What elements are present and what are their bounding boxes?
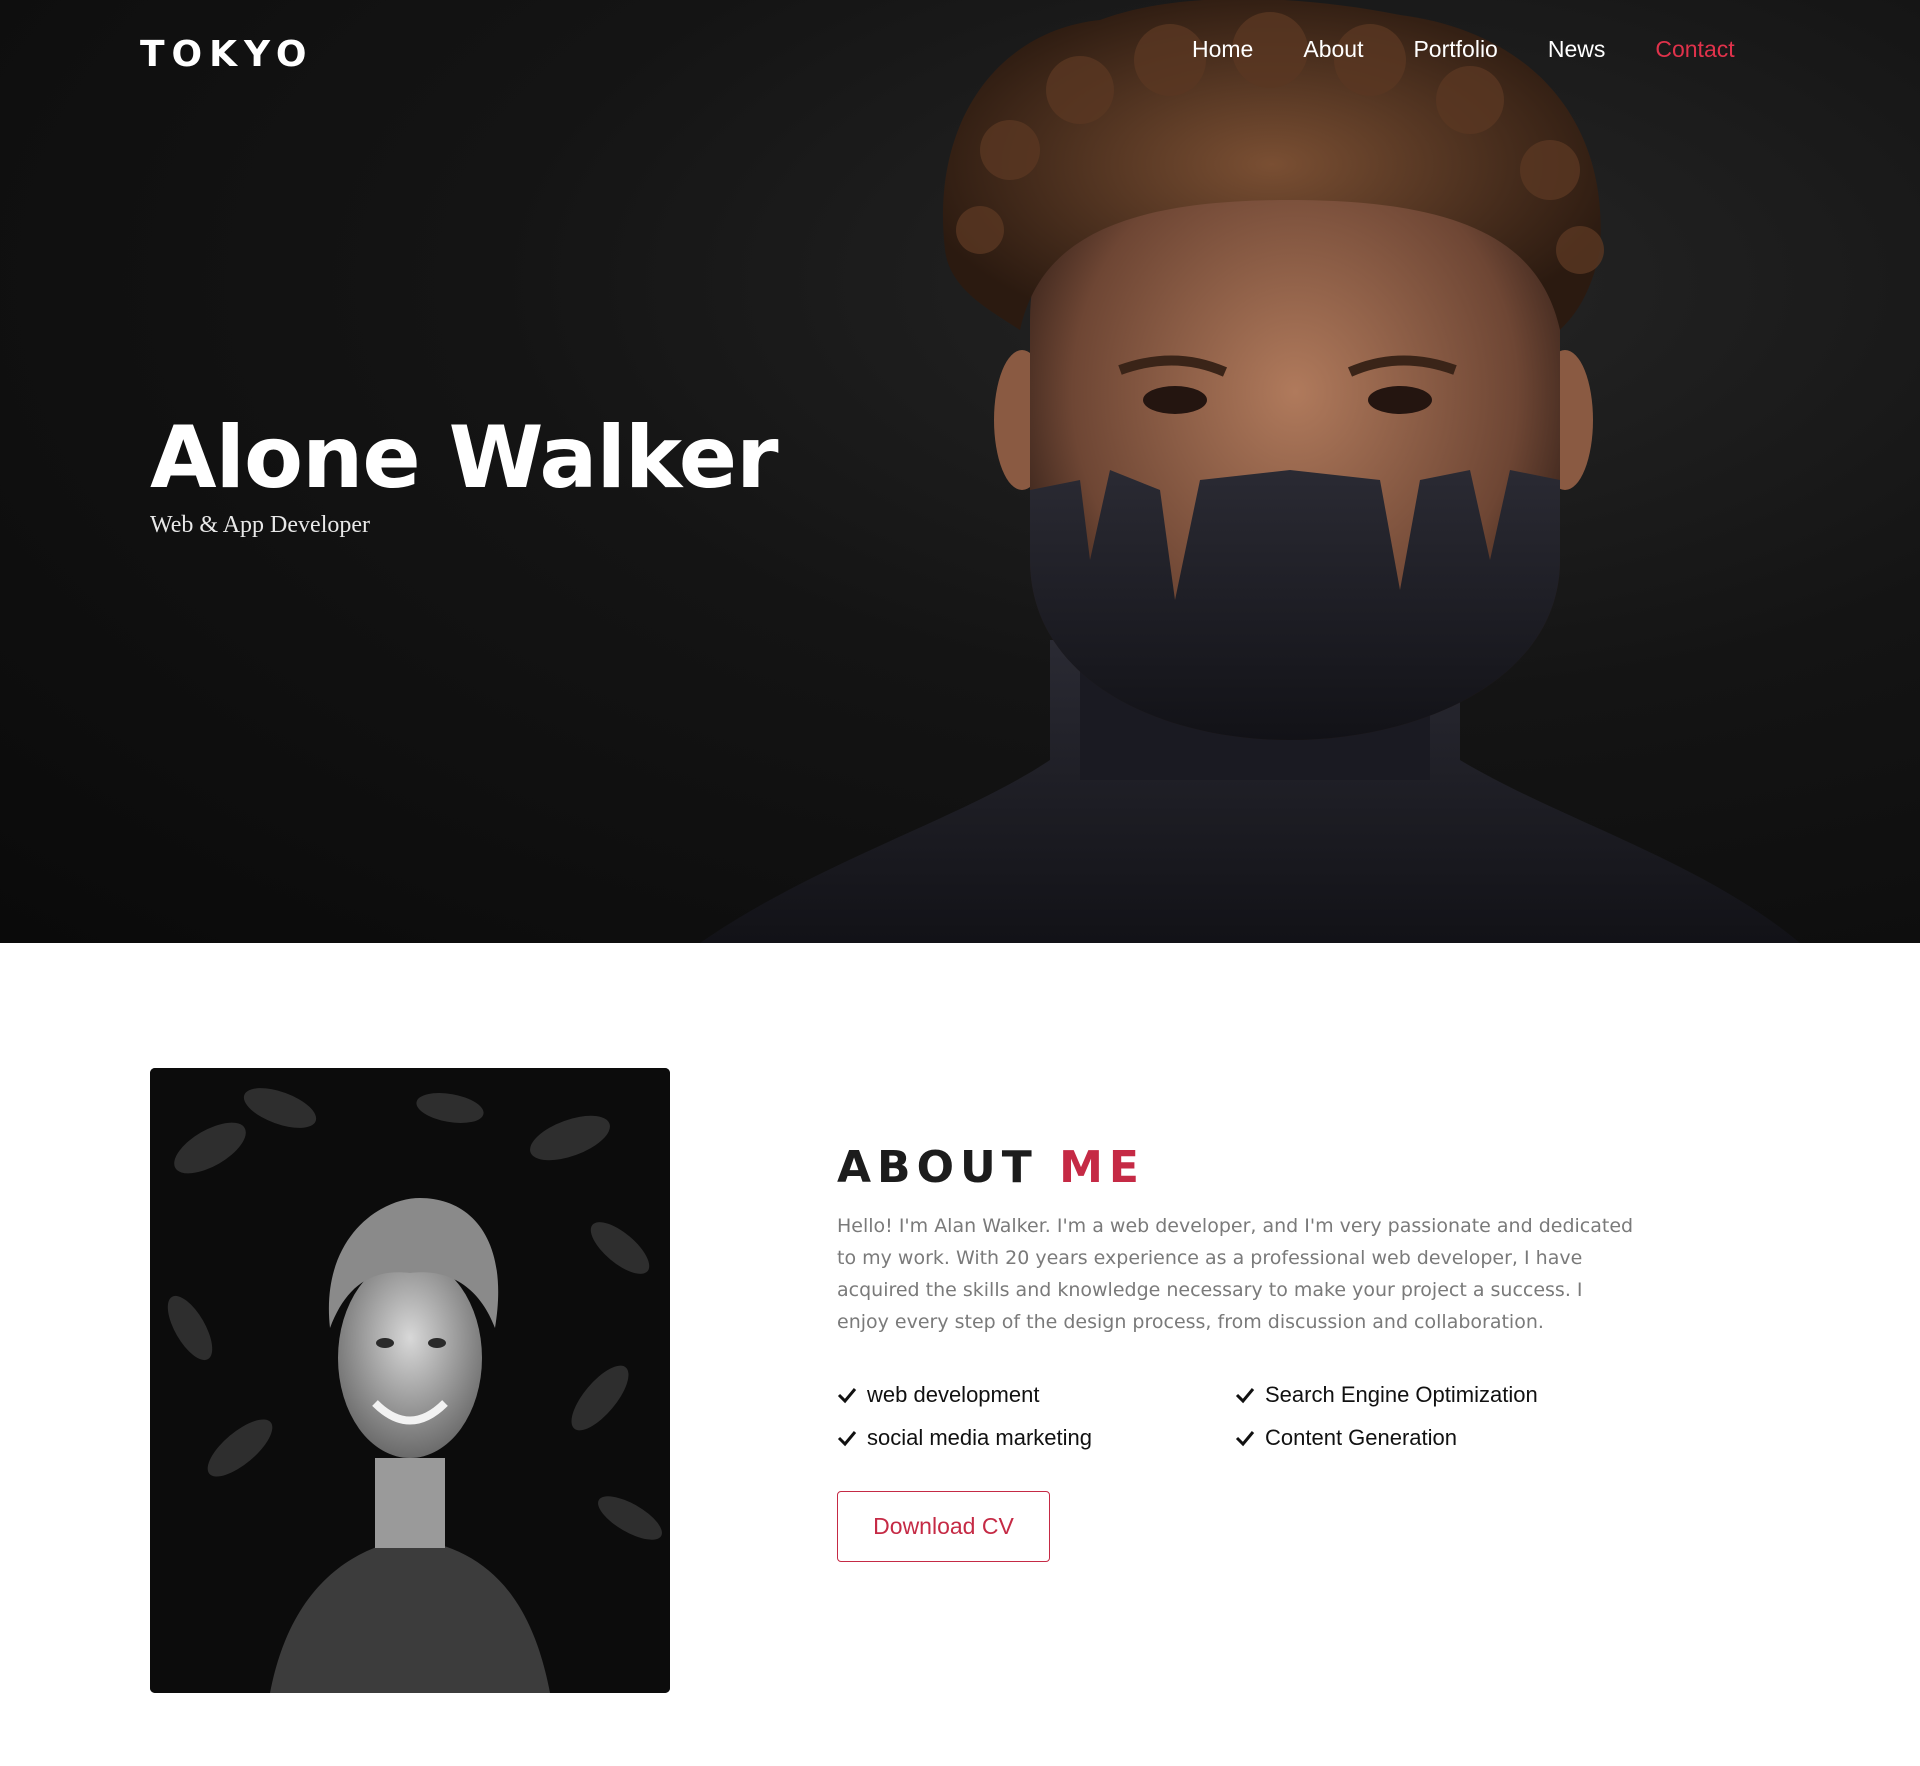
check-icon [1235, 1387, 1255, 1403]
nav-portfolio[interactable]: Portfolio [1413, 34, 1497, 64]
skill-item: web development [837, 1380, 1235, 1409]
skill-label: social media marketing [867, 1424, 1092, 1450]
about-paragraph: Hello! I'm Alan Walker. I'm a web develo… [837, 1215, 1634, 1333]
about-heading-accent: ME [1059, 1142, 1145, 1193]
main-nav: Home About Portfolio News Contact [1192, 34, 1785, 64]
check-icon [837, 1387, 857, 1403]
skill-label: Content Generation [1265, 1424, 1458, 1450]
nav-news[interactable]: News [1548, 34, 1606, 64]
skill-label: Search Engine Optimization [1265, 1381, 1538, 1407]
nav-about[interactable]: About [1303, 34, 1363, 64]
hero-section: TOKYO Home About Portfolio News Contact … [0, 0, 1920, 943]
hero-subtitle: Web & App Developer [150, 512, 371, 538]
site-logo[interactable]: TOKYO [140, 34, 313, 75]
check-icon [1235, 1430, 1255, 1446]
nav-home[interactable]: Home [1192, 34, 1253, 64]
check-icon [837, 1430, 857, 1446]
nav-contact[interactable]: Contact [1655, 34, 1734, 64]
skill-label: web development [867, 1381, 1040, 1407]
about-profile-image [150, 1068, 670, 1693]
hero-title: Alone Walker [150, 408, 779, 508]
about-heading: ABOUT ME [837, 1142, 1145, 1193]
skill-item: Search Engine Optimization [1235, 1380, 1635, 1409]
skill-item: Content Generation [1235, 1423, 1635, 1452]
skills-list: web development Search Engine Optimizati… [837, 1380, 1637, 1452]
about-heading-main: ABOUT [837, 1142, 1038, 1193]
skill-item: social media marketing [837, 1423, 1235, 1452]
download-cv-button[interactable]: Download CV [837, 1491, 1050, 1562]
